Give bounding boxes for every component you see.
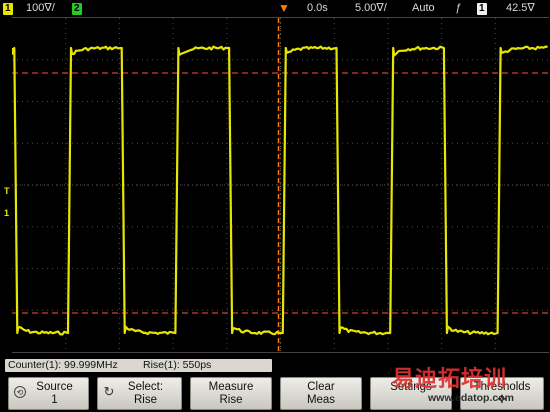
move-arrows-icon: ✛ (497, 394, 507, 406)
settings-softkey-label: Settings (390, 381, 432, 393)
thresholds-softkey[interactable]: Thresholds ✛ (460, 377, 544, 410)
channel1-scale: 100∇/ (26, 2, 55, 14)
channel2-number: 2 (72, 3, 82, 15)
thresholds-softkey-label: Thresholds (473, 381, 531, 393)
rising-edge-icon: ƒ (455, 2, 462, 14)
channel1-ground-marker[interactable]: 1 (4, 208, 9, 218)
measurement-counter: Counter(1): 99.999MHz (5, 359, 141, 372)
rotary-knob-icon: ⟲ (14, 386, 26, 398)
softkey-bar: ⟲ Source 1 ↻ Select: Rise Measure Rise C… (0, 375, 550, 412)
measure-rise-softkey[interactable]: Measure Rise (190, 377, 272, 410)
measurement-bar: Counter(1): 99.999MHz Rise(1): 550ps (0, 357, 550, 373)
time-scale: 5.00∇/ (355, 2, 387, 14)
channel2-indicator[interactable]: 2 (72, 1, 82, 15)
measure-softkey-label: Measure (208, 381, 254, 393)
measure-softkey-value: Rise (219, 394, 243, 406)
source-softkey[interactable]: ⟲ Source 1 (8, 377, 89, 410)
waveform-graticule (12, 18, 549, 352)
channel1-waveform (12, 45, 548, 336)
trigger-position-icon: ▼ (278, 1, 290, 15)
clear-softkey-value: Meas (306, 394, 336, 406)
channel1-number: 1 (3, 3, 13, 15)
measurement-rise-time: Rise(1): 550ps (140, 359, 272, 372)
trigger-source-number: 1 (477, 3, 487, 15)
channel1-indicator[interactable]: 1 (3, 1, 13, 15)
trigger-source: 1 (477, 1, 487, 15)
clear-meas-softkey[interactable]: Clear Meas (280, 377, 362, 410)
status-bar: 1 100∇/ 2 ▼ 0.0s 5.00∇/ Auto ƒ 1 42.5∇ (0, 0, 550, 16)
clear-softkey-label: Clear (307, 381, 335, 393)
trigger-mode: Auto (412, 2, 435, 14)
refresh-arrow-icon: ↻ (103, 384, 115, 399)
trigger-level-marker[interactable]: T (4, 186, 10, 196)
trigger-level: 42.5∇ (506, 2, 535, 14)
select-softkey[interactable]: ↻ Select: Rise (97, 377, 182, 410)
waveform-display[interactable]: T 1 (4, 17, 549, 353)
settings-softkey[interactable]: Settings (370, 377, 452, 410)
time-delay: 0.0s (307, 2, 328, 14)
